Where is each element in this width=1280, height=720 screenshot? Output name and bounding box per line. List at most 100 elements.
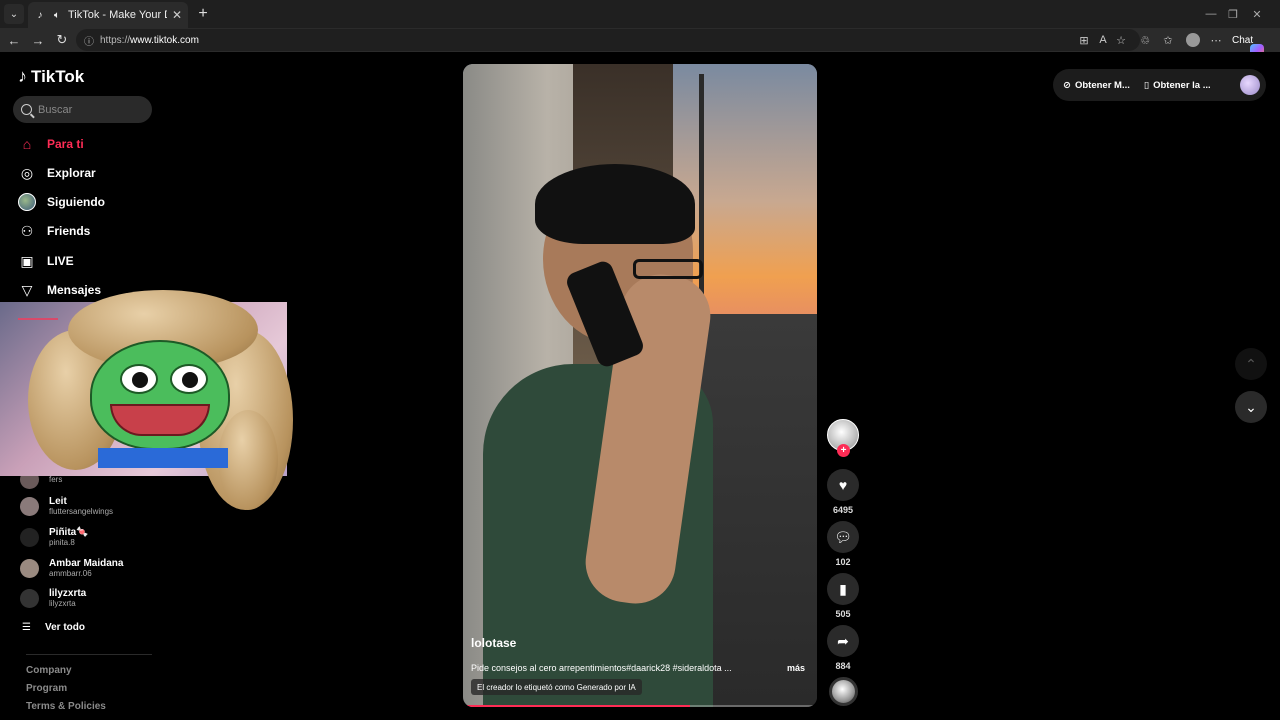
compass-icon: ◎ [20,164,34,181]
nav-label: Siguiendo [47,195,105,209]
like-count: 6495 [832,505,854,515]
nav-item-friends[interactable]: ⚇ Friends [18,219,91,243]
account-handle: lilyzxrta [49,599,76,608]
app-available-icon[interactable]: ⊞ [1076,32,1092,48]
phone-icon: ▯ [1143,79,1150,91]
favorites-icon[interactable]: ✩ [1160,32,1176,48]
close-tab-icon[interactable]: ✕ [172,8,182,22]
friends-icon: ⚇ [20,222,34,239]
share-count: 884 [835,661,851,671]
account-handle: pinita.8 [49,538,75,547]
nav-item-explorar[interactable]: ◎ Explorar [18,161,96,185]
tab-title: TikTok - Make Your Day [68,9,167,21]
video-player[interactable]: lolotase Pide consejos al cero arrepenti… [463,64,817,707]
chevron-up-icon: ⌃ [1245,355,1257,372]
account-handle: ammbarr.06 [49,569,92,578]
site-info-icon[interactable]: ⓘ [84,33,94,48]
footer-link-terms[interactable]: Terms & Policies [26,701,106,712]
search-placeholder: Buscar [38,103,73,116]
forward-button[interactable]: → [28,30,48,50]
save-button[interactable]: ▮ [827,573,859,605]
nav-item-para-ti[interactable]: ⌂ Para ti [18,132,84,156]
coin-icon: ⊘ [1063,79,1071,91]
close-window-button[interactable]: ✕ [1234,0,1280,28]
home-icon: ⌂ [22,136,32,152]
nav-label: Para ti [47,137,84,151]
new-tab-button[interactable]: + [193,4,213,24]
get-app-button[interactable]: ▯ Obtener la ... [1144,80,1211,91]
sidebar-divider [26,654,152,655]
account-name: Ambar Maidana [49,558,124,569]
see-all-label: Ver todo [44,622,85,633]
search-input[interactable]: Buscar [13,96,152,123]
speaker-icon[interactable]: 🔈︎ [51,9,63,21]
get-app-label: Obtener la ... [1153,79,1211,91]
translate-icon[interactable]: A [1095,32,1111,48]
nav-label: LIVE [47,254,74,268]
tiktok-favicon-icon: ♪ [37,9,43,21]
user-avatar[interactable] [1240,75,1260,95]
browser-window: ⌄ ♪ 🔈︎ TikTok - Make Your Day ✕ + — ❐ ✕ … [0,0,1280,720]
video-description: Pide consejos al cero arrepentimientos#d… [471,663,732,673]
footer-link-program[interactable]: Program [26,683,67,694]
comment-count: 102 [835,557,851,567]
chat-label: Chat [1232,34,1254,46]
account-name: lilyzxrta [49,588,87,599]
comment-button[interactable]: 💬︎ [827,521,859,553]
share-button[interactable]: ➦ [827,625,859,657]
like-button[interactable]: ♥ [827,469,859,501]
share-icon: ➦ [837,632,849,649]
progress-fill [463,705,690,707]
address-toolbar: ← → ↻ ⓘ https://www.tiktok.com ⊞ A ☆ ♲ ✩… [0,28,1280,58]
live-icon: ▣ [20,252,34,269]
more-button[interactable]: más [787,663,805,673]
follow-plus-icon[interactable]: + [837,444,850,457]
save-count: 505 [835,609,851,619]
previous-video-button[interactable]: ⌃ [1235,348,1267,380]
search-icon [21,104,32,115]
tab-tiktok[interactable]: ♪ 🔈︎ TikTok - Make Your Day ✕ [28,2,188,28]
logo-text: TikTok [31,66,85,86]
tab-actions-menu[interactable]: ⌄ [4,4,24,24]
nav-item-siguiendo[interactable]: Siguiendo [18,190,105,214]
next-video-button[interactable]: ⌄ [1235,391,1267,423]
more-menu-icon[interactable]: ⋯ [1208,32,1224,48]
extension-icon[interactable]: ♲ [1137,32,1153,48]
nav-label: Friends [47,224,91,238]
chevron-down-icon: ⌄ [1245,398,1257,415]
avatar [20,558,39,578]
music-disc-icon[interactable] [829,677,858,706]
nav-label: Explorar [47,166,96,180]
see-all-link[interactable]: ☰ Ver todo [22,622,85,633]
footer-link-company[interactable]: Company [26,665,72,676]
url-prefix: https:// [100,34,131,46]
tiktok-note-icon: ♪ [18,66,27,86]
account-item[interactable]: Piñita🍬 pinita.8 [20,527,89,547]
copilot-chat-button[interactable]: Chat [1232,30,1264,58]
get-coins-label: Obtener M... [1074,79,1130,91]
video-progress-bar[interactable] [463,705,817,707]
comment-icon: 💬︎ [834,528,852,545]
account-item[interactable]: Ambar Maidana ammbarr.06 [20,558,123,578]
back-button[interactable]: ← [4,30,24,50]
address-bar[interactable]: ⓘ https://www.tiktok.com [76,29,1140,51]
tiktok-page: ♪ TikTok Buscar ⌂ Para ti ◎ Explorar Sig… [0,52,1280,720]
following-avatar [18,193,36,211]
favorite-star-icon[interactable]: ☆ [1113,32,1129,48]
list-icon: ☰ [22,622,31,633]
nav-item-live[interactable]: ▣ LIVE [18,249,74,273]
ai-generated-label: El creador lo etiquetó como Generado por… [471,679,642,695]
reload-button[interactable]: ↻ [52,30,72,50]
profile-avatar[interactable] [1185,32,1201,48]
get-coins-button[interactable]: ⊘ Obtener M... [1063,80,1130,91]
video-username[interactable]: lolotase [471,636,516,650]
tab-bar: ⌄ ♪ 🔈︎ TikTok - Make Your Day ✕ + — ❐ ✕ [0,0,1280,28]
avatar [20,527,39,547]
pepe-avatar-overlay [28,290,293,512]
bookmark-icon: ▮ [839,580,847,597]
url-host: www.tiktok.com [130,34,199,46]
account-item[interactable]: lilyzxrta lilyzxrta [20,588,86,608]
tiktok-logo[interactable]: ♪ TikTok [18,66,84,87]
pepe-face [90,340,230,450]
top-right-actions: ⊘ Obtener M... ▯ Obtener la ... [1053,69,1266,101]
